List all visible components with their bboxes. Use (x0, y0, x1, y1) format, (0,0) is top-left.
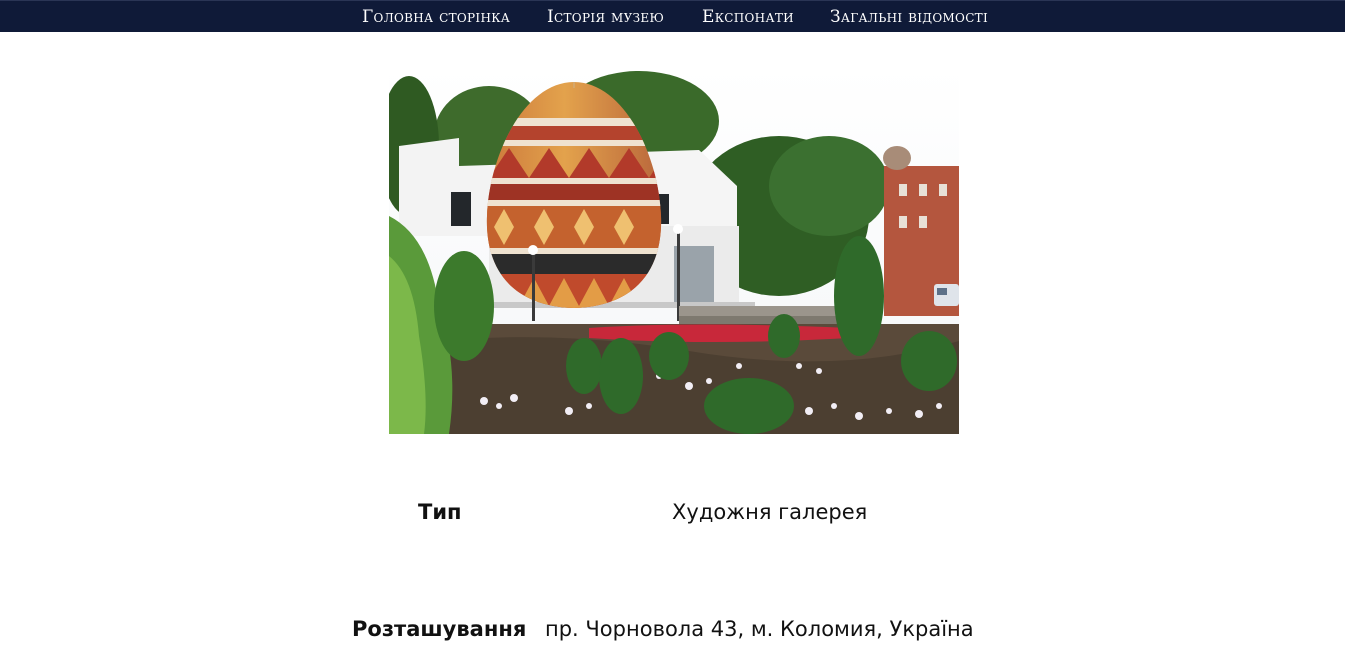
type-value: Художня галерея (672, 500, 868, 524)
nav-general-info-link[interactable]: Загальні відомості (830, 7, 988, 27)
nav-exhibits-link[interactable]: Експонати (702, 7, 794, 27)
location-label: Розташування (352, 617, 527, 641)
type-label: Тип (418, 500, 462, 524)
nav-home-link[interactable]: Головна сторінка (362, 7, 510, 27)
location-value: пр. Чорновола 43, м. Коломия, Україна (545, 617, 974, 641)
nav-history-link[interactable]: Історія музею (547, 7, 664, 27)
top-navigation: Головна сторінка Історія музею Експонати… (0, 0, 1345, 32)
museum-photo (389, 66, 959, 434)
